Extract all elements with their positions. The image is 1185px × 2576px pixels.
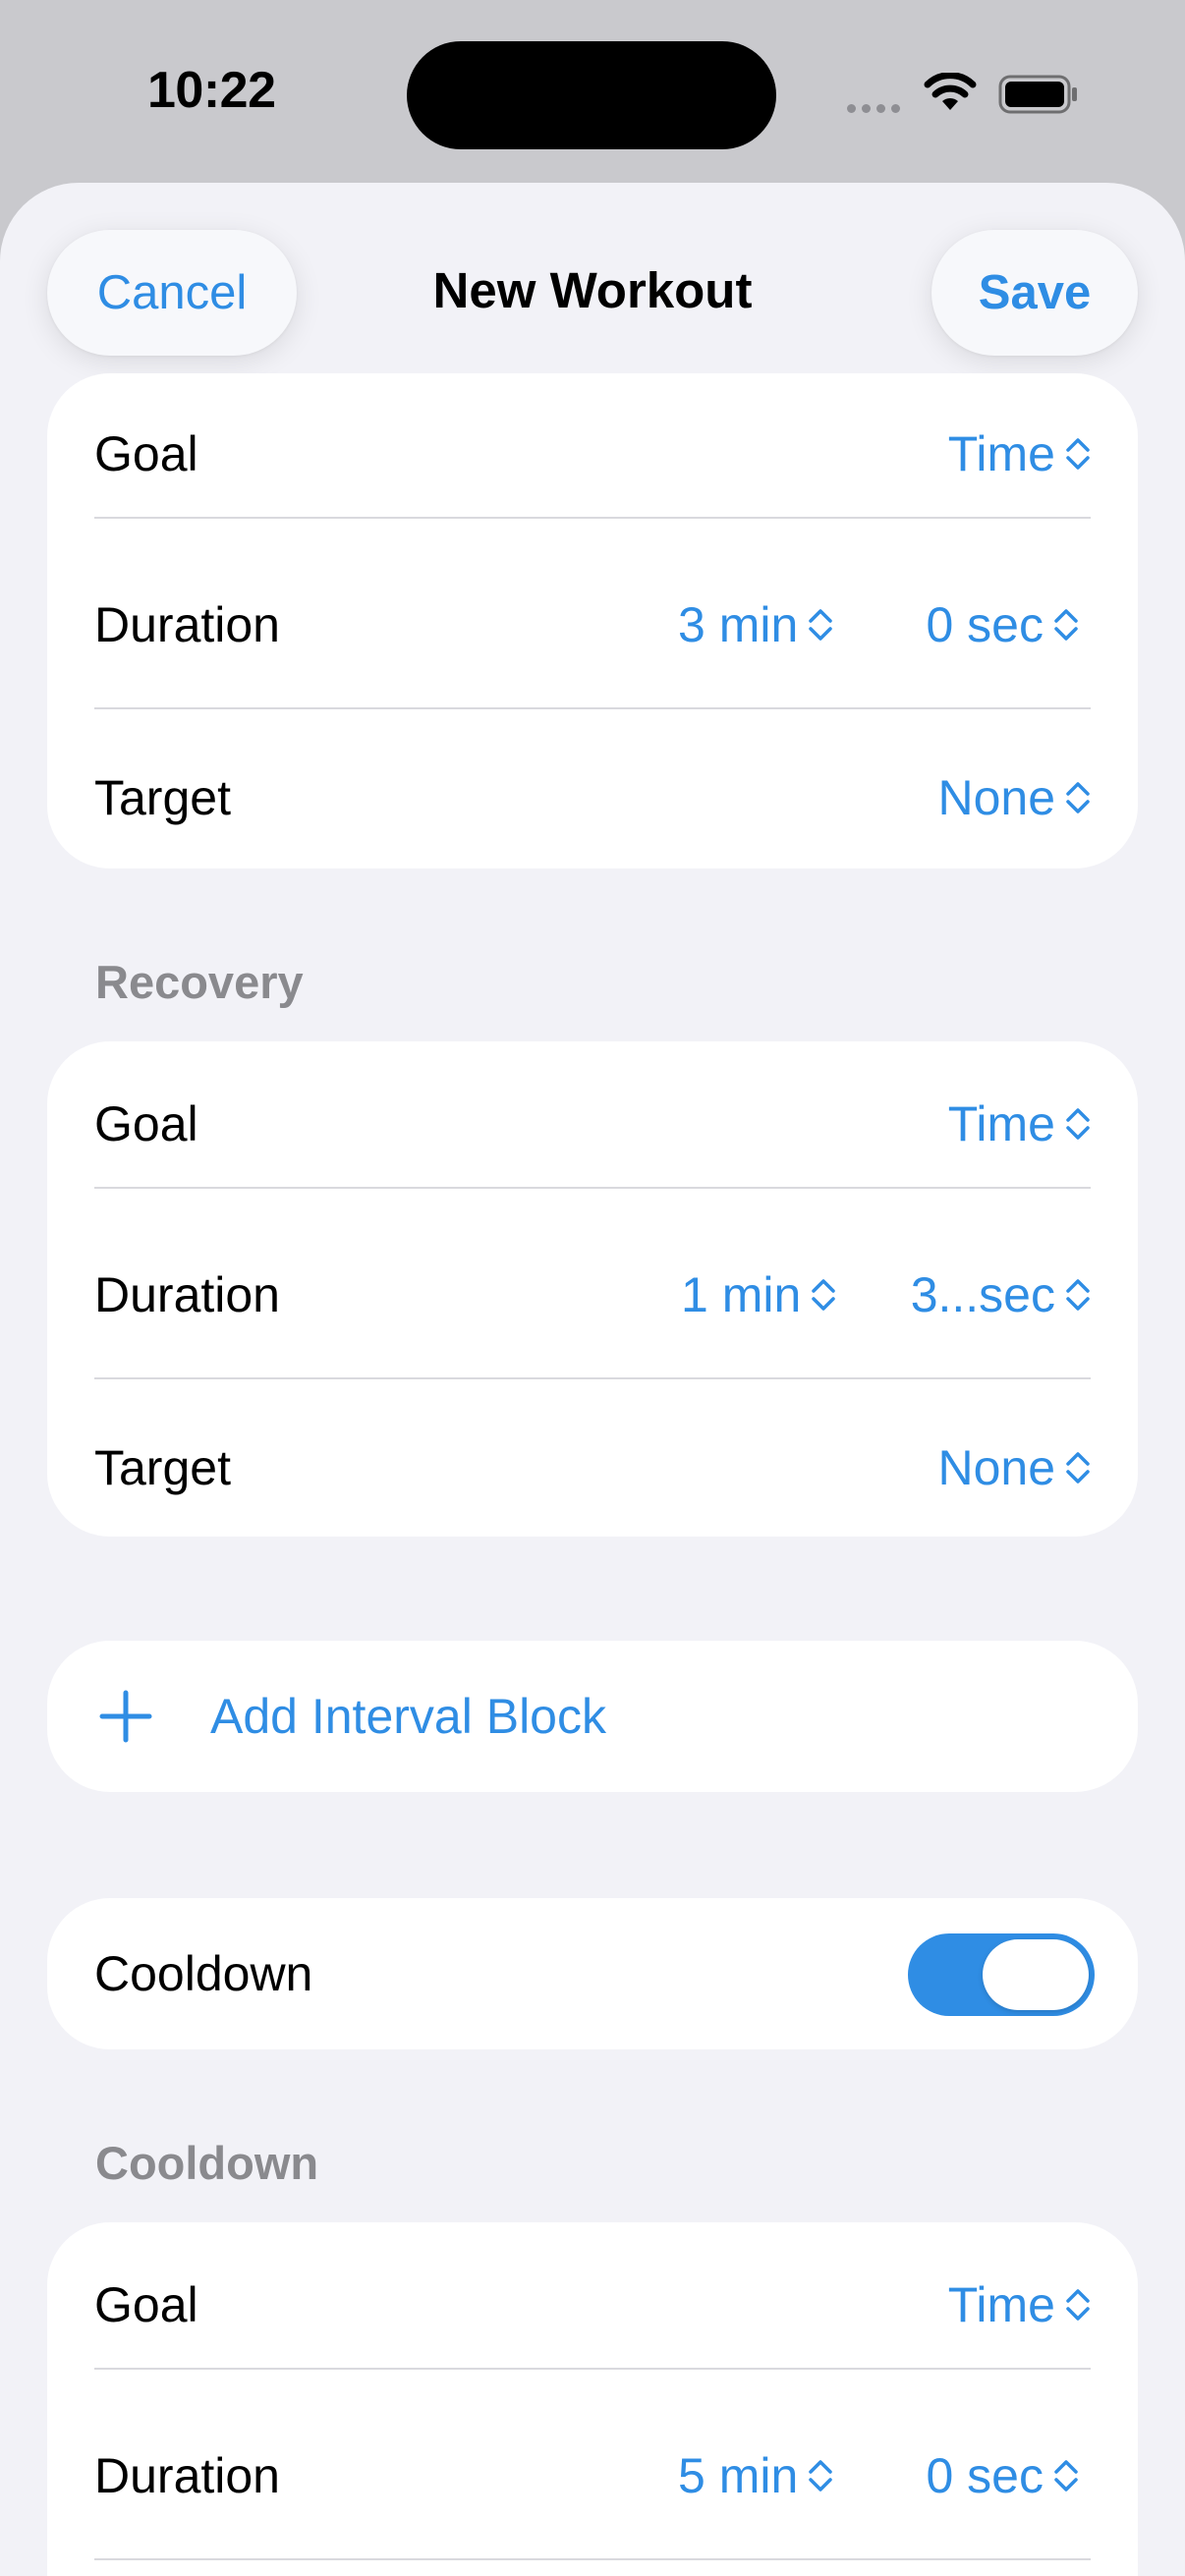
target-picker[interactable]: None — [937, 749, 1091, 847]
chevron-up-down-icon — [1066, 2289, 1090, 2321]
chevron-up-down-icon — [1066, 438, 1090, 470]
duration-minutes-value: 1 min — [681, 1267, 802, 1322]
chevron-up-down-icon — [809, 2460, 833, 2492]
goal-row: Goal Time — [94, 1075, 1091, 1173]
duration-minutes-picker[interactable]: 3 min — [678, 576, 833, 674]
divider — [94, 707, 1091, 709]
status-time: 10:22 — [147, 62, 276, 119]
goal-picker[interactable]: Time — [948, 1075, 1091, 1173]
goal-label: Goal — [94, 1096, 198, 1151]
chevron-up-down-icon — [1054, 609, 1078, 641]
plus-icon — [99, 1690, 152, 1743]
target-row: Target None — [94, 749, 1091, 847]
battery-icon — [998, 75, 1077, 114]
duration-label: Duration — [94, 2448, 280, 2503]
target-value: None — [937, 770, 1055, 825]
toggle-knob — [983, 1939, 1089, 2010]
chevron-up-down-icon — [1054, 2460, 1078, 2492]
goal-value: Time — [947, 426, 1055, 481]
chevron-up-down-icon — [1066, 782, 1090, 813]
goal-value: Time — [947, 1096, 1055, 1151]
goal-label: Goal — [94, 2277, 198, 2332]
divider — [94, 2368, 1091, 2370]
signal-dots-icon — [847, 104, 900, 113]
recovery-card: Goal Time Duration 1 min 3...sec Target … — [47, 1041, 1138, 1537]
goal-row: Goal Time — [94, 2256, 1091, 2354]
cooldown-card: Goal Time Duration 5 min 0 sec — [47, 2222, 1138, 2576]
duration-seconds-picker[interactable]: 0 sec — [926, 2427, 1079, 2525]
target-label: Target — [94, 770, 231, 825]
recovery-section-header: Recovery — [95, 956, 304, 1008]
goal-row: Goal Time — [94, 405, 1091, 503]
goal-label: Goal — [94, 426, 198, 481]
status-bar: 10:22 — [0, 0, 1185, 187]
duration-minutes-value: 5 min — [678, 2448, 799, 2503]
save-button[interactable]: Save — [931, 230, 1138, 356]
goal-picker[interactable]: Time — [948, 2256, 1091, 2354]
duration-label: Duration — [94, 1267, 280, 1322]
cooldown-toggle[interactable] — [908, 1933, 1095, 2016]
chevron-up-down-icon — [812, 1279, 836, 1311]
wifi-icon — [924, 73, 977, 110]
duration-seconds-value: 0 sec — [926, 597, 1044, 652]
duration-row: Duration 1 min 3...sec — [94, 1246, 1091, 1344]
chevron-up-down-icon — [1066, 1279, 1090, 1311]
dynamic-island — [407, 41, 776, 149]
duration-minutes-value: 3 min — [678, 597, 799, 652]
goal-picker[interactable]: Time — [948, 405, 1091, 503]
duration-row: Duration 5 min 0 sec — [94, 2427, 1091, 2525]
duration-seconds-picker[interactable]: 3...sec — [911, 1246, 1091, 1344]
target-row: Target None — [94, 1419, 1091, 1517]
duration-row: Duration 3 min 0 sec — [94, 576, 1091, 674]
divider — [94, 1377, 1091, 1379]
divider — [94, 1187, 1091, 1189]
divider — [94, 517, 1091, 519]
target-value: None — [937, 1440, 1055, 1495]
duration-seconds-value: 0 sec — [926, 2448, 1044, 2503]
chevron-up-down-icon — [809, 609, 833, 641]
new-workout-sheet: Cancel New Workout Save Goal Time Durati… — [0, 183, 1185, 2576]
duration-label: Duration — [94, 597, 280, 652]
add-interval-block-label: Add Interval Block — [210, 1689, 606, 1744]
duration-seconds-picker[interactable]: 0 sec — [926, 576, 1079, 674]
duration-minutes-picker[interactable]: 1 min — [681, 1246, 836, 1344]
duration-seconds-value: 3...sec — [910, 1267, 1055, 1322]
chevron-up-down-icon — [1066, 1452, 1090, 1484]
target-picker[interactable]: None — [937, 1419, 1091, 1517]
cooldown-label: Cooldown — [94, 1946, 313, 2001]
target-label: Target — [94, 1440, 231, 1495]
goal-value: Time — [947, 2277, 1055, 2332]
work-block-card: Goal Time Duration 3 min 0 sec Target No… — [47, 373, 1138, 868]
cooldown-toggle-row: Cooldown — [47, 1898, 1138, 2049]
divider — [94, 2558, 1091, 2560]
add-interval-block-button[interactable]: Add Interval Block — [47, 1641, 1138, 1792]
cooldown-section-header: Cooldown — [95, 2137, 319, 2189]
duration-minutes-picker[interactable]: 5 min — [678, 2427, 833, 2525]
chevron-up-down-icon — [1066, 1108, 1090, 1140]
